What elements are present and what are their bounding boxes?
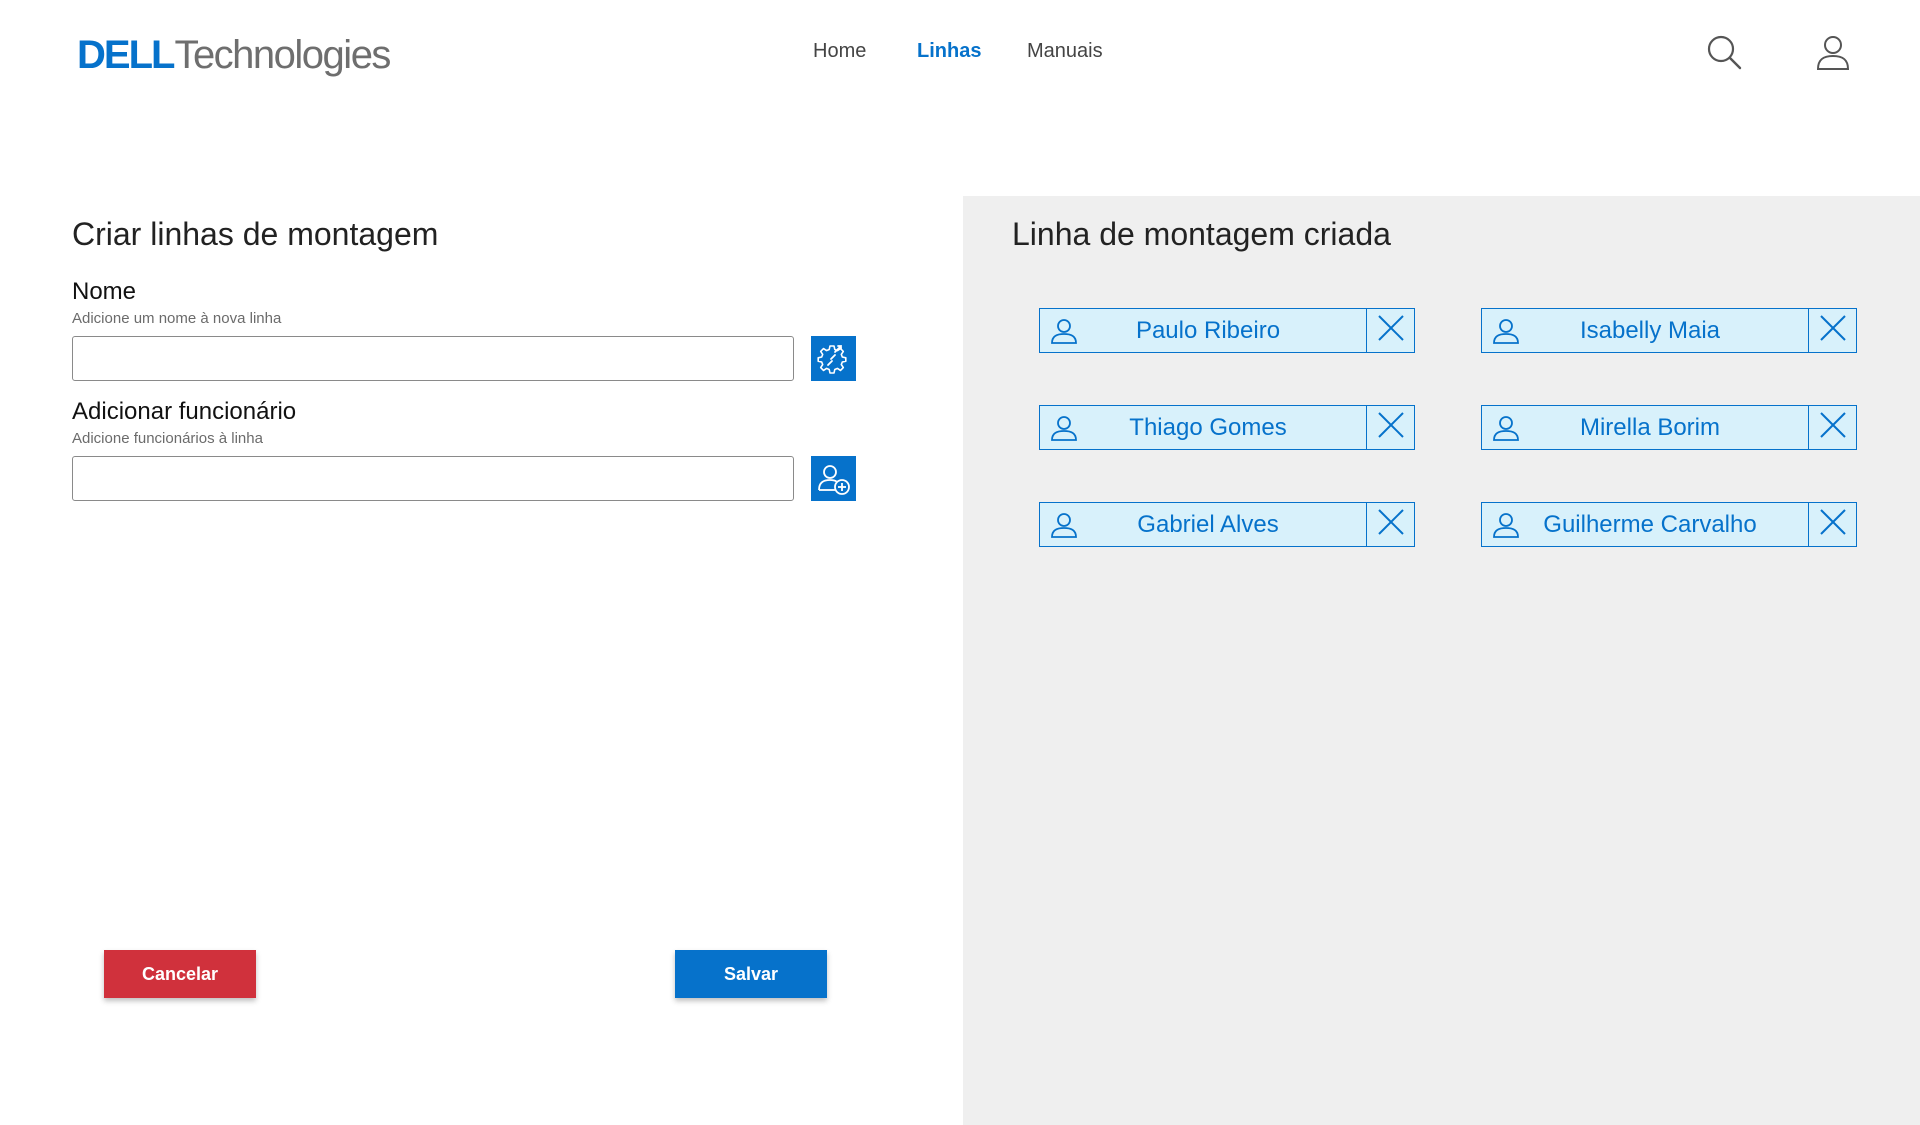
user-icon bbox=[1050, 414, 1078, 442]
user-icon bbox=[1492, 414, 1520, 442]
close-icon bbox=[1818, 507, 1848, 542]
close-icon bbox=[1376, 313, 1406, 348]
employee-chip-body: Paulo Ribeiro bbox=[1040, 309, 1366, 352]
employee-chip-body: Isabelly Maia bbox=[1482, 309, 1808, 352]
close-icon bbox=[1818, 313, 1848, 348]
user-add-icon bbox=[817, 464, 850, 495]
employee-chip: Isabelly Maia bbox=[1481, 308, 1857, 353]
form-title: Criar linhas de montagem bbox=[72, 216, 439, 252]
employee-chip-body: Gabriel Alves bbox=[1040, 503, 1366, 546]
employee-name: Gabriel Alves bbox=[1137, 510, 1279, 538]
employee-input[interactable] bbox=[72, 456, 794, 501]
close-icon bbox=[1376, 507, 1406, 542]
employee-chip-body: Thiago Gomes bbox=[1040, 406, 1366, 449]
name-label: Nome bbox=[72, 278, 137, 305]
cancel-button[interactable]: Cancelar bbox=[104, 950, 256, 998]
create-line-panel: Criar linhas de montagem Nome Adicione u… bbox=[0, 196, 963, 1125]
user-icon bbox=[1050, 511, 1078, 539]
search-icon[interactable] bbox=[1704, 32, 1744, 72]
remove-employee-button[interactable] bbox=[1366, 309, 1414, 352]
created-title: Linha de montagem criada bbox=[1012, 216, 1391, 252]
main-nav: Home Linhas Manuais bbox=[0, 40, 1920, 70]
employee-name: Mirella Borim bbox=[1579, 413, 1720, 441]
user-icon bbox=[1492, 317, 1520, 345]
header: DELL Technologies Home Linhas Manuais bbox=[0, 0, 1920, 110]
employee-chip-body: Mirella Borim bbox=[1482, 406, 1808, 449]
employee-chip: Thiago Gomes bbox=[1039, 405, 1415, 450]
save-button[interactable]: Salvar bbox=[675, 950, 827, 998]
created-line-panel: Linha de montagem criada Paulo Ribeiro Is… bbox=[963, 196, 1920, 1125]
close-icon bbox=[1818, 410, 1848, 445]
employee-name: Guilherme Carvalho bbox=[1543, 510, 1757, 538]
remove-employee-button[interactable] bbox=[1366, 503, 1414, 546]
user-icon[interactable] bbox=[1813, 32, 1853, 72]
employee-name: Paulo Ribeiro bbox=[1135, 316, 1281, 344]
gear-wrench-button[interactable] bbox=[811, 336, 856, 381]
name-input[interactable] bbox=[72, 336, 794, 381]
user-icon bbox=[1492, 511, 1520, 539]
employee-chip: Guilherme Carvalho bbox=[1481, 502, 1857, 547]
nav-linhas[interactable]: Linhas bbox=[917, 40, 981, 63]
close-icon bbox=[1376, 410, 1406, 445]
remove-employee-button[interactable] bbox=[1366, 406, 1414, 449]
employee-chip: Paulo Ribeiro bbox=[1039, 308, 1415, 353]
remove-employee-button[interactable] bbox=[1808, 406, 1856, 449]
employee-chip-body: Guilherme Carvalho bbox=[1482, 503, 1808, 546]
employee-label: Adicionar funcionário bbox=[72, 398, 297, 425]
name-hint: Adicione um nome à nova linha bbox=[72, 310, 282, 327]
employee-name: Isabelly Maia bbox=[1579, 316, 1721, 344]
nav-home[interactable]: Home bbox=[813, 40, 866, 63]
user-icon bbox=[1050, 317, 1078, 345]
employee-hint: Adicione funcionários à linha bbox=[72, 430, 263, 447]
employee-chip: Mirella Borim bbox=[1481, 405, 1857, 450]
nav-manuais[interactable]: Manuais bbox=[1027, 40, 1103, 63]
gear-wrench-icon bbox=[816, 344, 847, 374]
add-employee-button[interactable] bbox=[811, 456, 856, 501]
employee-chip: Gabriel Alves bbox=[1039, 502, 1415, 547]
remove-employee-button[interactable] bbox=[1808, 503, 1856, 546]
employee-name: Thiago Gomes bbox=[1129, 413, 1287, 441]
remove-employee-button[interactable] bbox=[1808, 309, 1856, 352]
